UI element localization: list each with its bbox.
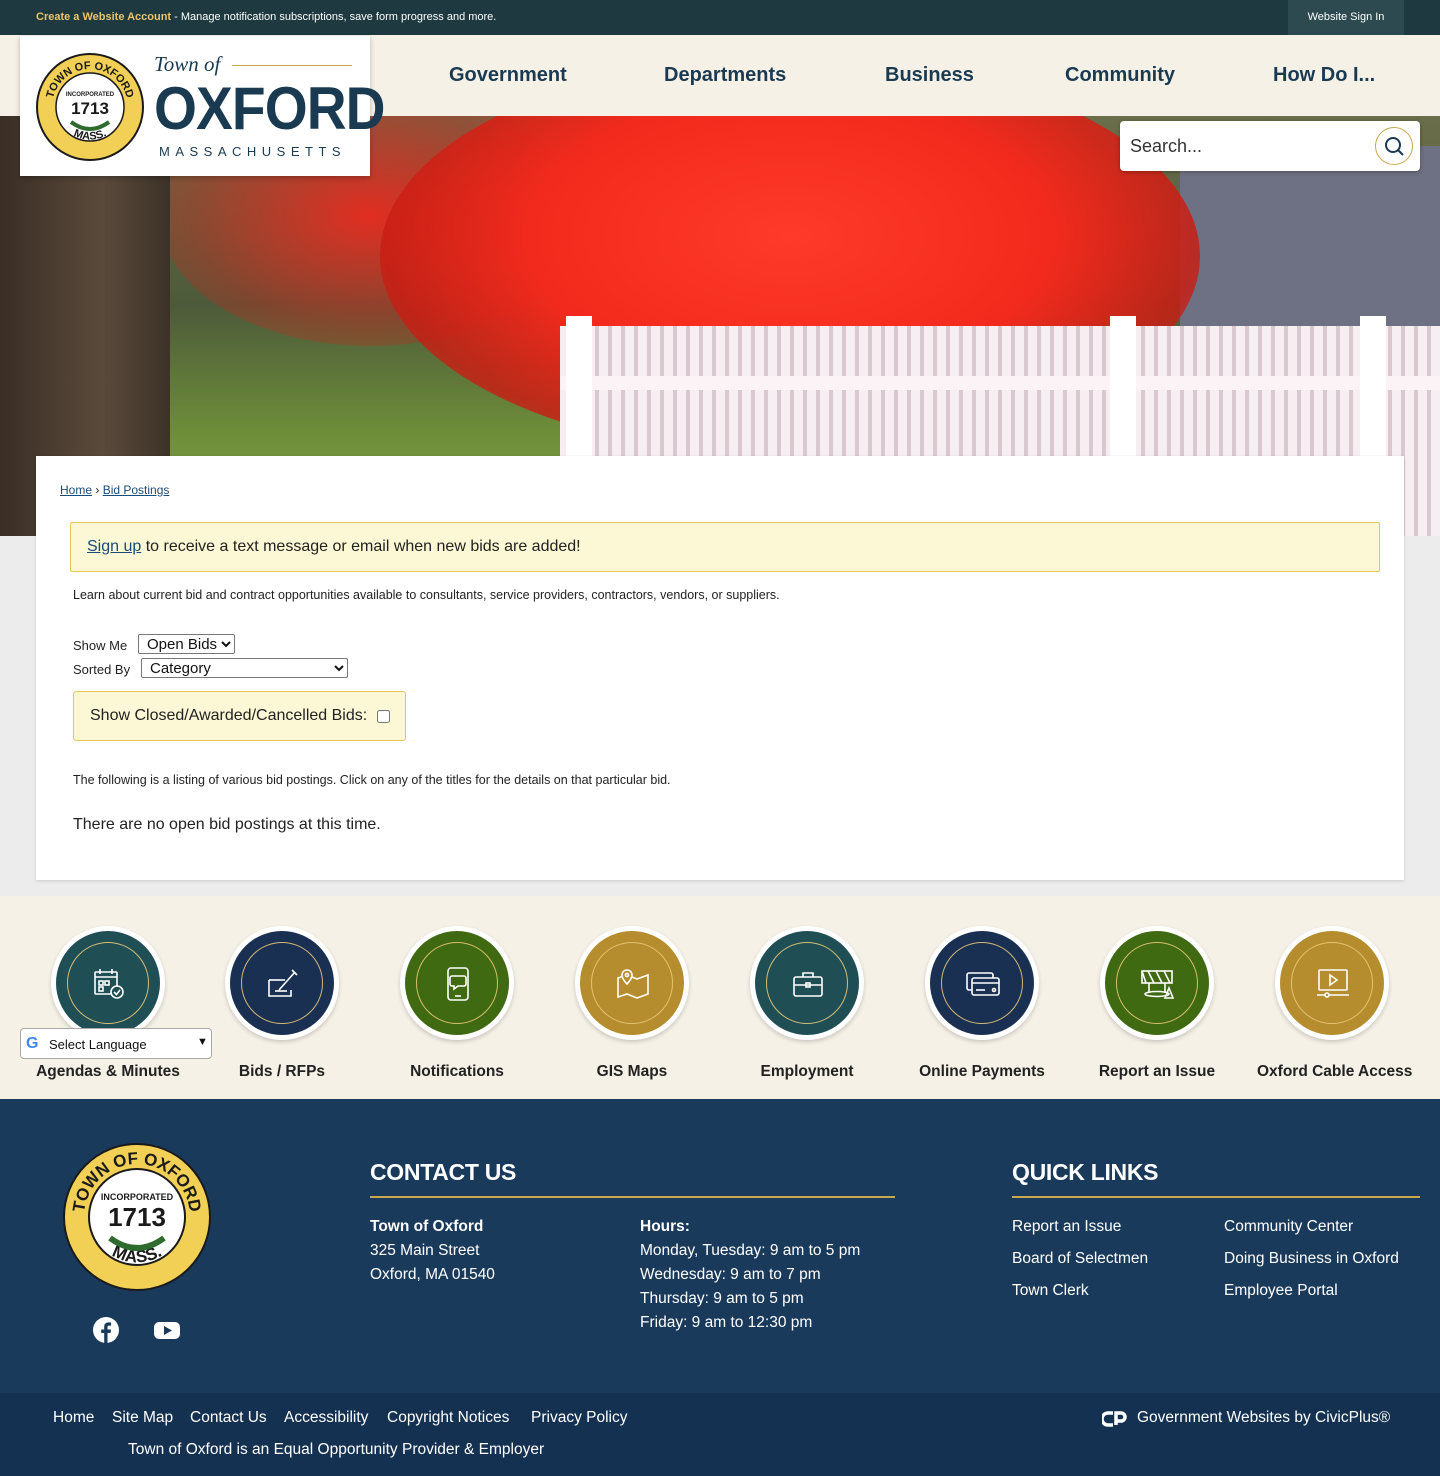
show-closed-checkbox[interactable] <box>377 710 390 723</box>
bottom-link-copyright[interactable]: Copyright Notices <box>387 1409 509 1427</box>
site-search <box>1120 121 1420 171</box>
bottom-link-home[interactable]: Home <box>53 1409 94 1427</box>
nav-community[interactable]: Community <box>1065 64 1175 87</box>
state-name: MASSACHUSETTS <box>159 144 347 159</box>
footer-link-doing-business[interactable]: Doing Business in Oxford <box>1224 1250 1399 1268</box>
contact-heading: CONTACT US <box>370 1159 517 1185</box>
intro-text: Learn about current bid and contract opp… <box>73 588 780 602</box>
svg-text:INCORPORATED: INCORPORATED <box>66 92 115 98</box>
account-description: - Manage notification subscriptions, sav… <box>171 11 497 23</box>
facebook-icon[interactable] <box>92 1316 120 1344</box>
breadcrumb: Home › Bid Postings <box>60 483 170 497</box>
quick-link-report-issue[interactable]: Report an Issue <box>1082 926 1232 1081</box>
show-me-label: Show Me <box>73 638 128 653</box>
quick-links-heading: QUICK LINKS <box>1012 1159 1159 1185</box>
map-pin-icon <box>617 969 649 999</box>
create-account-link[interactable]: Create a Website Account <box>36 11 171 23</box>
language-select[interactable]: G Select Language ▼ <box>20 1028 212 1059</box>
town-seal-icon: TOWN OF OXFORD MASS. INCORPORATED 1713 <box>36 53 144 161</box>
signup-alert: Sign up to receive a text message or ema… <box>70 522 1380 572</box>
breadcrumb-home[interactable]: Home <box>60 483 92 497</box>
no-bids-message: There are no open bid postings at this t… <box>73 816 381 833</box>
town-logo[interactable]: TOWN OF OXFORD MASS. INCORPORATED 1713 T… <box>20 36 386 176</box>
quick-link-cable-access[interactable]: Oxford Cable Access <box>1257 926 1412 1081</box>
top-bar: Create a Website Account - Manage notifi… <box>0 0 1440 35</box>
bottom-link-privacy[interactable]: Privacy Policy <box>531 1409 627 1427</box>
sorted-by-label: Sorted By <box>73 662 131 677</box>
svg-text:1713: 1713 <box>108 1202 166 1232</box>
contact-address: Town of Oxford 325 Main Street Oxford, M… <box>370 1218 495 1283</box>
footer: TOWN OF OXFORD MASS. INCORPORATED 1713 C… <box>0 1099 1440 1393</box>
credit-card-icon <box>966 972 1000 996</box>
show-closed-label: Show Closed/Awarded/Cancelled Bids: <box>90 707 368 724</box>
nav-government[interactable]: Government <box>449 64 567 87</box>
contact-hours: Hours: Monday, Tuesday: 9 am to 5 pm Wed… <box>640 1218 861 1331</box>
search-input[interactable] <box>1130 130 1370 162</box>
search-button[interactable] <box>1375 127 1413 165</box>
google-icon: G <box>26 1035 39 1052</box>
youtube-icon[interactable] <box>153 1316 181 1344</box>
barrier-icon <box>1141 970 1175 999</box>
sign-in-button[interactable]: Website Sign In <box>1288 0 1404 35</box>
quick-link-employment[interactable]: Employment <box>732 926 882 1081</box>
search-icon <box>1385 137 1404 156</box>
account-message: Create a Website Account - Manage notifi… <box>36 11 496 23</box>
signing-icon <box>268 969 298 997</box>
briefcase-icon <box>793 972 823 997</box>
bottom-link-accessibility[interactable]: Accessibility <box>284 1409 368 1427</box>
svg-text:INCORPORATED: INCORPORATED <box>101 1192 174 1202</box>
footer-seal-icon: TOWN OF OXFORD MASS. INCORPORATED 1713 <box>63 1143 211 1291</box>
footer-link-employee-portal[interactable]: Employee Portal <box>1224 1282 1338 1300</box>
svg-text:1713: 1713 <box>71 99 109 118</box>
quick-link-bids[interactable]: Bids / RFPs <box>207 926 357 1081</box>
quick-link-online-payments[interactable]: Online Payments <box>907 926 1057 1081</box>
town-name: OXFORD <box>154 75 386 142</box>
quick-link-gis-maps[interactable]: GIS Maps <box>557 926 707 1081</box>
footer-link-report-issue[interactable]: Report an Issue <box>1012 1218 1121 1236</box>
footer-link-town-clerk[interactable]: Town Clerk <box>1012 1282 1089 1300</box>
sorted-by-select[interactable]: Category <box>141 658 348 678</box>
video-screen-icon <box>1317 969 1349 998</box>
nav-departments[interactable]: Departments <box>664 64 786 87</box>
show-closed-toggle: Show Closed/Awarded/Cancelled Bids: <box>73 691 406 741</box>
phone-chat-icon <box>447 967 469 1001</box>
quick-link-notifications[interactable]: Notifications <box>382 926 532 1081</box>
sign-up-link[interactable]: Sign up <box>87 538 141 555</box>
chevron-down-icon: ▼ <box>197 1036 208 1048</box>
calendar-check-icon <box>94 969 124 999</box>
main-content: Home › Bid Postings Sign up to receive a… <box>36 456 1404 880</box>
bottom-link-contact-us[interactable]: Contact Us <box>190 1409 267 1427</box>
civicplus-logo-icon <box>1102 1411 1127 1427</box>
footer-link-board-of-selectmen[interactable]: Board of Selectmen <box>1012 1250 1148 1268</box>
footer-link-community-center[interactable]: Community Center <box>1224 1218 1353 1236</box>
bottom-bar: Home Site Map Contact Us Accessibility C… <box>0 1393 1440 1476</box>
nav-how-do-i[interactable]: How Do I... <box>1273 64 1375 87</box>
listing-description: The following is a listing of various bi… <box>73 773 671 787</box>
civicplus-link[interactable]: Government Websites by CivicPlus® <box>1137 1409 1390 1427</box>
quick-links-band: Agendas & Minutes Bids / RFPs Notificati… <box>0 896 1440 1099</box>
bottom-link-site-map[interactable]: Site Map <box>112 1409 173 1427</box>
eeo-statement: Town of Oxford is an Equal Opportunity P… <box>128 1441 545 1458</box>
breadcrumb-bid-postings[interactable]: Bid Postings <box>103 483 170 497</box>
show-me-select[interactable]: Open Bids <box>138 634 235 654</box>
nav-business[interactable]: Business <box>885 64 974 87</box>
